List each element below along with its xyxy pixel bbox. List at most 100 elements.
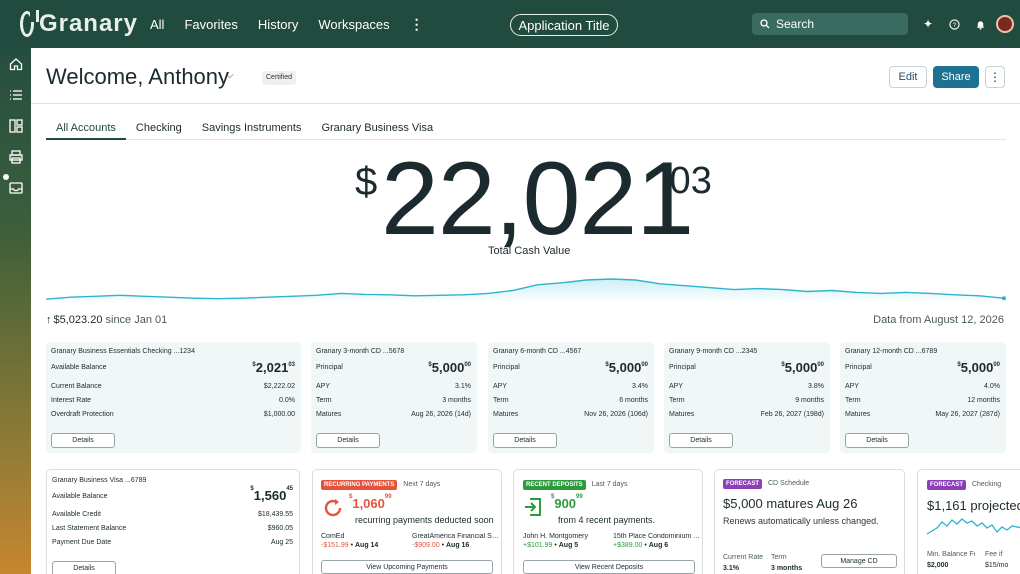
brand-name: Granary (38, 10, 138, 37)
tab-business-visa[interactable]: Granary Business Visa (311, 118, 443, 139)
account-title: Granary 3-month CD ...5678 (316, 348, 405, 355)
account-detail-row: Current Balance $2,222.02 (51, 383, 295, 390)
view-recent-deposits-button[interactable]: View Recent Deposits (523, 560, 695, 574)
account-details-button[interactable]: Details (493, 433, 557, 448)
tab-all-accounts[interactable]: All Accounts (46, 118, 126, 140)
printer-icon[interactable] (0, 141, 31, 172)
list-icon[interactable] (0, 79, 31, 110)
deposits-description: from 4 recent payments. (558, 515, 656, 525)
page-title: Welcome, Anthony (46, 64, 230, 89)
account-tabs: All Accounts Checking Savings Instrument… (46, 118, 1006, 140)
application-title[interactable]: Application Title (510, 14, 618, 36)
deposits-pill: RECENT DEPOSITS (523, 480, 586, 490)
forecast-category: CD Schedule (767, 480, 810, 487)
forecast-checking-card: FORECAST Checking $1,161 projected Min. … (917, 469, 1020, 574)
account-amount: $5,00000 (428, 360, 471, 375)
sparkline-end-point (1002, 296, 1006, 301)
deposit-item-1: John H. Montgomery +$101.99 • Aug 5 (523, 533, 588, 549)
account-detail-row: Matures Nov 26, 2026 (106d) (493, 411, 648, 418)
sparkle-icon[interactable]: ✦ (918, 14, 938, 34)
forecast-checking-headline: $1,161 projected (927, 498, 1020, 513)
certified-badge: Certified (262, 71, 297, 85)
visa-balance-label: Available Balance (52, 493, 108, 500)
edit-button[interactable]: Edit (889, 66, 927, 88)
forecast-stat-rate-label: Current Rate (723, 554, 764, 561)
account-detail-row: Matures May 26, 2027 (287d) (845, 411, 1000, 418)
dashboard-icon[interactable] (0, 110, 31, 141)
account-main-label: Principal (316, 364, 343, 371)
account-amount: $5,00000 (605, 360, 648, 375)
forecast-subtext: Renews automatically unless changed. (723, 516, 879, 526)
recent-deposits-card: RECENT DEPOSITS Last 7 days $90099 from … (513, 469, 703, 574)
view-upcoming-payments-button[interactable]: View Upcoming Payments (321, 560, 493, 574)
account-amount: $5,00000 (781, 360, 824, 375)
visa-details-button[interactable]: Details (52, 561, 116, 574)
deposit-icon (525, 498, 541, 516)
recurring-item-2: GreatAmerica Financial Services-$909.00 … (412, 533, 500, 549)
more-actions-icon[interactable]: ⋮ (985, 66, 1005, 88)
nav-all[interactable]: All (150, 17, 164, 32)
account-detail-row: APY 3.8% (669, 383, 824, 390)
chevron-down-icon[interactable]: ⌵ (226, 70, 234, 81)
account-details-button[interactable]: Details (316, 433, 380, 448)
account-card: Granary 12-month CD ...6789 Principal $5,0… (840, 342, 1006, 453)
forecast-checking-stat-2-label: Fee if (985, 551, 1003, 558)
account-detail-row: Term 12 months (845, 397, 1000, 404)
data-from-date: Data from August 12, 2026 (873, 314, 1004, 326)
nav-workspaces[interactable]: Workspaces (318, 17, 389, 32)
account-card: Granary Business Essentials Checking ...… (46, 342, 301, 453)
arrow-up-icon: ↑ (46, 314, 52, 326)
nav-more-icon[interactable]: ⋮ (410, 16, 424, 33)
account-main-label: Principal (493, 364, 520, 371)
visa-title: Granary Business Visa ...6789 (52, 477, 147, 484)
visa-balance-amount: $1,56045 (250, 485, 293, 503)
search-input[interactable]: Search (752, 13, 908, 35)
forecast-checking-pill: FORECAST (927, 480, 966, 490)
recurring-pill: RECURRING PAYMENTS (321, 480, 398, 490)
share-button[interactable]: Share (933, 66, 979, 88)
account-details-button[interactable]: Details (845, 433, 909, 448)
visa-row-credit: Available Credit $18,439.55 (52, 511, 293, 518)
visa-row-due: Payment Due Date Aug 25 (52, 539, 293, 546)
granary-logo[interactable]: Granary (20, 10, 138, 38)
forecast-checking-stat-1-value: $2,000 (927, 562, 949, 569)
tab-checking[interactable]: Checking (126, 118, 192, 139)
account-title: Granary 9-month CD ...2345 (669, 348, 758, 355)
home-icon[interactable] (0, 48, 31, 79)
forecast-checking-stat-2-value: $15/mo (985, 562, 1009, 569)
help-icon[interactable]: ? (944, 14, 964, 34)
forecast-pill: FORECAST (723, 479, 762, 489)
recurring-period: Next 7 days (403, 481, 441, 488)
account-card: Granary 3-month CD ...5678 Principal $5,00… (311, 342, 477, 453)
account-detail-row: APY 3.4% (493, 383, 648, 390)
total-integer: 22,021 (381, 141, 694, 257)
top-navbar: Granary All Favorites History Workspaces… (0, 0, 1020, 48)
account-amount: $5,00000 (957, 360, 1000, 375)
account-main-label: Principal (845, 364, 872, 371)
account-details-button[interactable]: Details (669, 433, 733, 448)
forecast-stat-term-value: 3 months (771, 565, 803, 572)
bell-icon[interactable] (970, 14, 990, 34)
since-amount: $5,023.20 (53, 314, 103, 326)
account-amount: $2,02103 (252, 360, 295, 375)
nav-favorites[interactable]: Favorites (184, 17, 237, 32)
granary-logo-icon (20, 10, 39, 37)
deposits-amount: $90099 (551, 493, 583, 511)
account-detail-row: APY 3.1% (316, 383, 471, 390)
forecast-cd-card: FORECAST CD Schedule $5,000 matures Aug … (714, 469, 905, 574)
total-decimal: .03 (659, 160, 712, 202)
balance-sparkline (46, 278, 1006, 303)
tab-savings-instruments[interactable]: Savings Instruments (192, 118, 312, 139)
sparkline-area (46, 279, 1004, 303)
forecast-stat-rate-value: 3.1% (723, 565, 739, 572)
recurring-payments-card: RECURRING PAYMENTS Next 7 days $1,06099 … (312, 469, 502, 574)
user-avatar[interactable] (996, 15, 1014, 33)
account-card: Granary 6-month CD ...4567 Principal $5,00… (488, 342, 654, 453)
account-card: Granary 9-month CD ...2345 Principal $5,00… (664, 342, 830, 453)
nav-history[interactable]: History (258, 17, 298, 32)
account-detail-row: Term 3 months (316, 397, 471, 404)
search-placeholder: Search (776, 17, 815, 31)
account-details-button[interactable]: Details (51, 433, 115, 448)
manage-cd-button[interactable]: Manage CD (821, 554, 897, 568)
notification-dot (3, 174, 9, 180)
